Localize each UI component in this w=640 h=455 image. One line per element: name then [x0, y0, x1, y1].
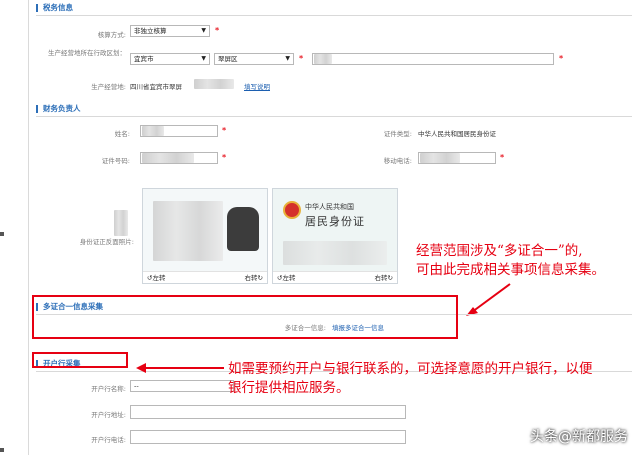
accounting-method-value: 非独立核算	[134, 27, 167, 35]
id-photo-label: 身份证正反面照片:	[79, 238, 134, 246]
rotate-right-button[interactable]: 右转↻	[375, 272, 393, 283]
street-address-input[interactable]	[312, 53, 554, 65]
bank-phone-label: 开户行电话:	[91, 436, 126, 444]
id-portrait	[227, 207, 259, 251]
city-value: 宜宾市	[134, 55, 154, 63]
section-divider	[36, 15, 632, 16]
card-controls: ↺左转 右转↻	[273, 271, 397, 283]
rotate-right-button[interactable]: 右转↻	[245, 272, 263, 283]
district-value: 翠屏区	[218, 55, 238, 63]
national-emblem-icon	[283, 201, 301, 219]
highlight-box-bank	[32, 352, 128, 368]
bank-name-select[interactable]: --	[130, 380, 234, 392]
location-label: 生产经营地所在行政区划：	[48, 49, 126, 57]
rotate-right-icon: ↻	[387, 274, 393, 282]
address-value: 四川省宜宾市翠屏	[130, 83, 182, 91]
section-title-tax: 税务信息	[36, 1, 73, 15]
bank-phone-input[interactable]	[130, 430, 406, 444]
bank-name-label: 开户行名称:	[91, 385, 126, 393]
redacted-text	[314, 54, 332, 64]
required-mark: *	[500, 153, 505, 162]
annotation-line: 可由此完成相关事项信息采集。	[416, 262, 605, 278]
required-mark: *	[222, 126, 227, 135]
annotation-line: 银行提供相应服务。	[228, 380, 350, 396]
mobile-label: 移动电话:	[383, 157, 412, 165]
id-type-value: 中华人民共和国居民身份证	[418, 130, 496, 138]
redacted-text	[420, 153, 460, 163]
annotation-bank: 如需要预约开户与银行联系的，可选择意愿的开户银行，以便 银行提供相应服务。	[228, 360, 638, 398]
address-label: 生产经营地:	[91, 83, 126, 91]
dropdown-arrow-icon: ▼	[201, 27, 206, 34]
bank-address-label: 开户行地址:	[91, 411, 126, 419]
bank-name-value: --	[134, 382, 139, 390]
rotate-right-icon: ↻	[257, 274, 263, 282]
accounting-method-select[interactable]: 非独立核算 ▼	[130, 25, 210, 37]
redacted-text	[142, 126, 164, 136]
resize-handle[interactable]	[0, 448, 4, 452]
redacted-id-details	[153, 201, 223, 261]
redacted-text	[142, 153, 194, 163]
section-title-finance: 财务负责人	[36, 102, 81, 116]
redacted-text	[194, 79, 234, 89]
rotate-left-label: 左转	[152, 274, 166, 282]
id-number-label: 证件号码:	[101, 157, 130, 165]
required-mark: *	[299, 54, 304, 63]
highlight-box-multi-cert	[32, 295, 458, 339]
annotation-line: 如需要预约开户与银行联系的，可选择意愿的开户银行，以便	[228, 361, 593, 377]
required-mark: *	[215, 26, 220, 35]
section-divider	[36, 116, 632, 117]
watermark: 头条@新都服务	[530, 429, 628, 445]
resize-handle[interactable]	[0, 232, 4, 236]
rotate-left-button[interactable]: ↺左转	[277, 272, 295, 283]
redacted-text	[114, 210, 128, 236]
dropdown-arrow-icon: ▼	[201, 55, 206, 62]
district-select[interactable]: 翠屏区 ▼	[214, 53, 294, 65]
dropdown-arrow-icon: ▼	[285, 55, 290, 62]
card-back-line1: 中华人民共和国	[305, 203, 354, 211]
bank-address-input[interactable]	[130, 405, 406, 419]
redacted-id-details	[283, 241, 387, 265]
rotate-right-label: 右转	[244, 274, 258, 282]
id-card-back-image[interactable]: 中华人民共和国 居民身份证 ↺左转 右转↻	[272, 188, 398, 284]
accounting-method-label: 核算方式:	[97, 31, 126, 39]
name-label: 姓名:	[114, 130, 130, 138]
id-card-front-image[interactable]: ↺左转 右转↻	[142, 188, 268, 284]
required-mark: *	[222, 153, 227, 162]
annotation-line: 经营范围涉及“多证合一”的,	[416, 243, 583, 259]
fill-hint-link[interactable]: 填写说明	[244, 81, 270, 91]
required-mark: *	[559, 54, 564, 63]
card-controls: ↺左转 右转↻	[143, 271, 267, 283]
annotation-multi-cert: 经营范围涉及“多证合一”的, 可由此完成相关事项信息采集。	[416, 242, 638, 280]
city-select[interactable]: 宜宾市 ▼	[130, 53, 210, 65]
rotate-left-label: 左转	[282, 274, 296, 282]
card-back-line2: 居民身份证	[305, 215, 365, 228]
rotate-right-label: 右转	[374, 274, 388, 282]
annotation-arrow	[136, 363, 224, 373]
id-type-label: 证件类型:	[383, 130, 412, 138]
rotate-left-button[interactable]: ↺左转	[147, 272, 165, 283]
